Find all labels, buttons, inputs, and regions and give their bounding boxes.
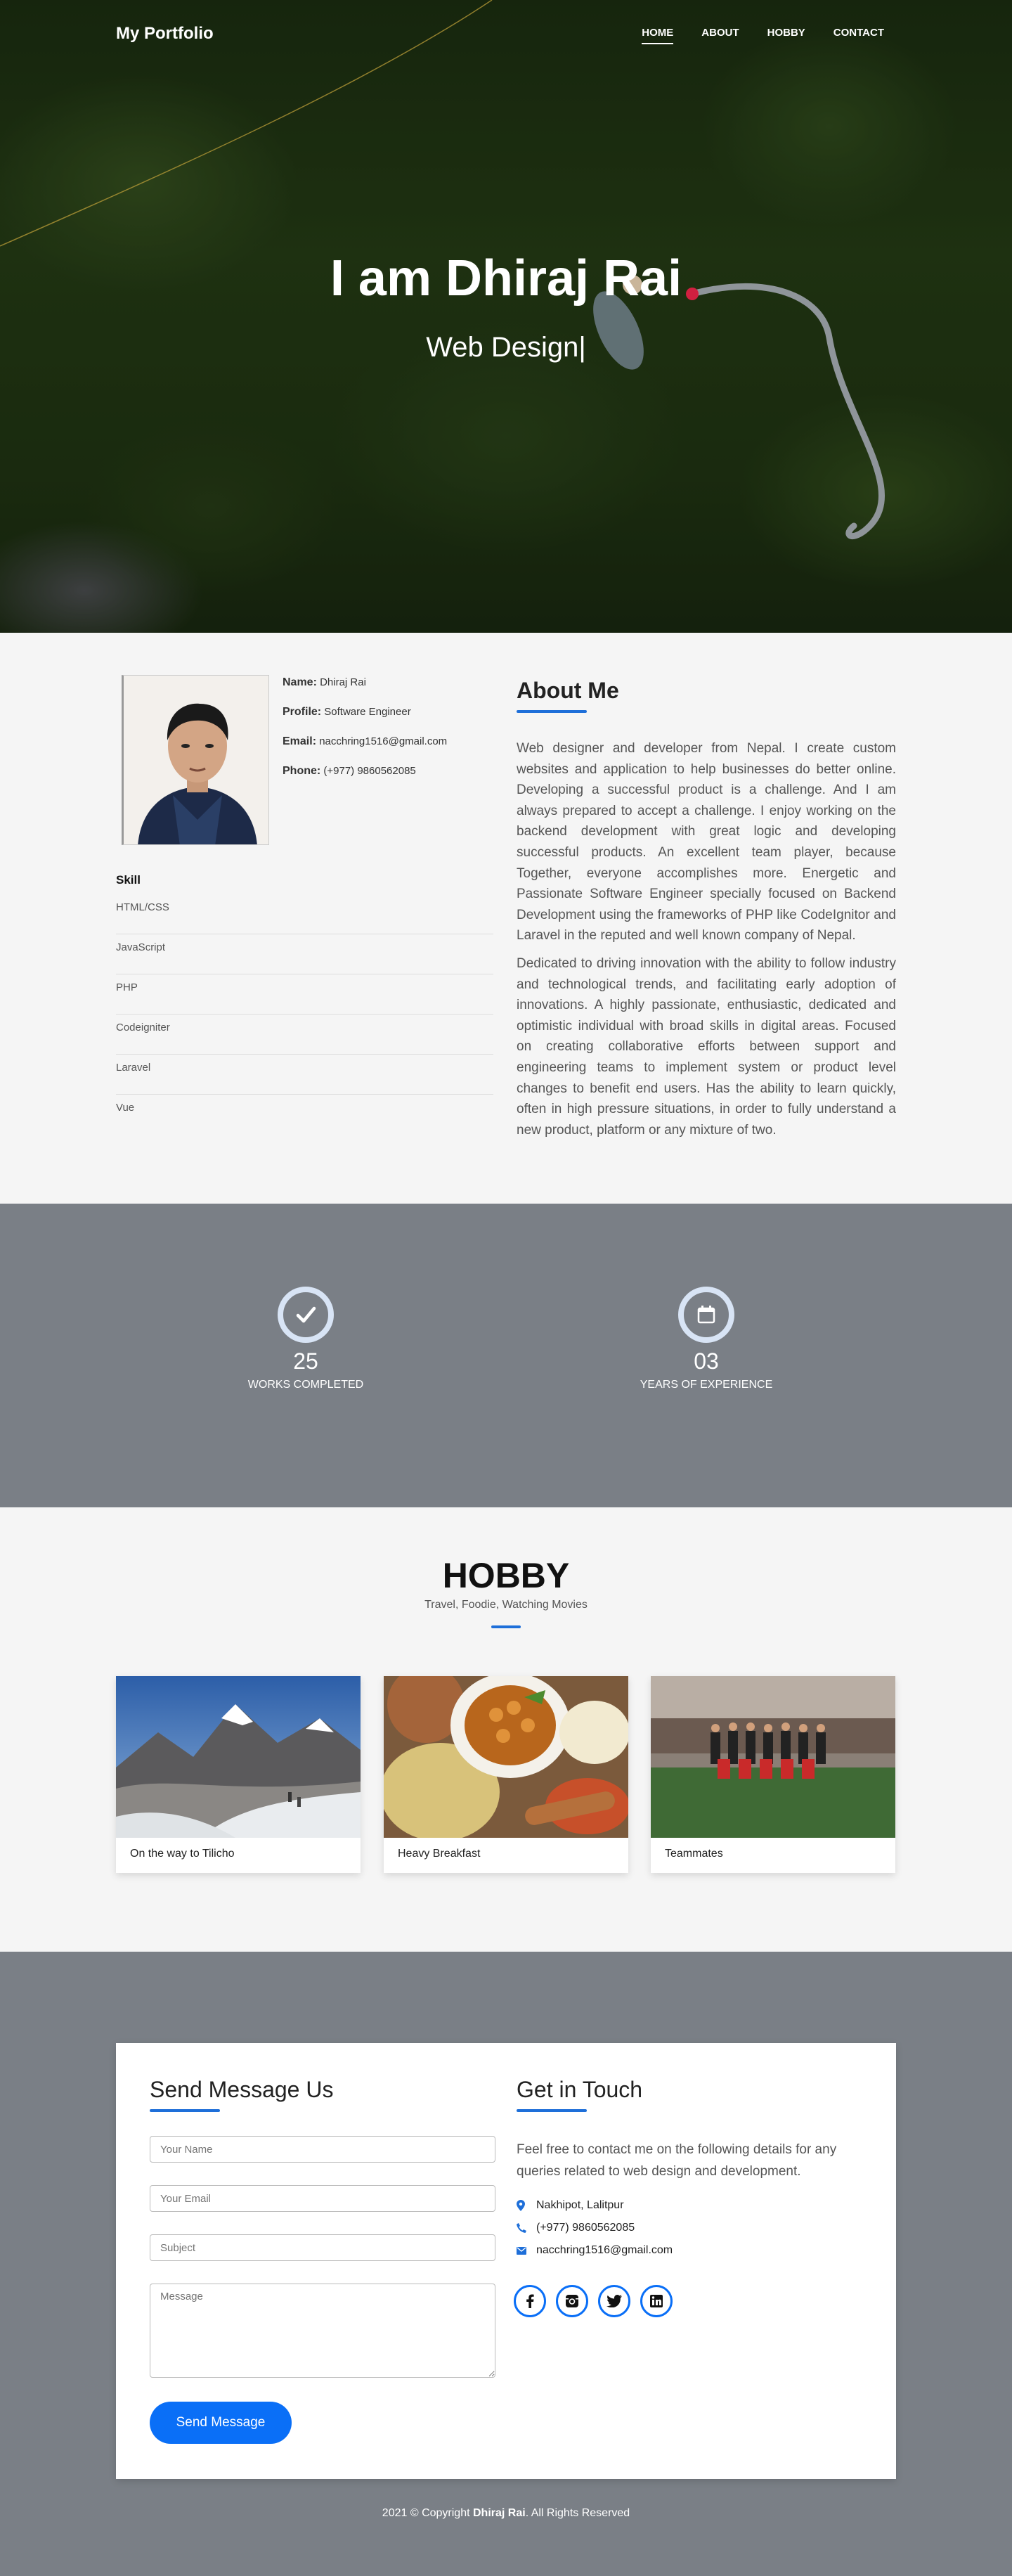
profile-info: Name: Dhiraj Rai Profile: Software Engin… — [283, 676, 493, 794]
info-value: (+977) 9860562085 — [323, 765, 416, 777]
hobby-card-tilicho[interactable]: On the way to Tilicho — [116, 1676, 361, 1873]
about-underline — [517, 710, 587, 713]
stat-label: WORKS COMPLETED — [247, 1379, 364, 1391]
form-heading-underline — [150, 2109, 220, 2112]
stat-experience: 03 YEARS OF EXPERIENCE — [601, 1287, 812, 1391]
hobby-image-team — [651, 1676, 895, 1838]
hobby-card-breakfast[interactable]: Heavy Breakfast — [384, 1676, 628, 1873]
hero-section: My Portfolio HOME ABOUT HOBBY CONTACT I … — [0, 0, 1012, 633]
skill-item: PHP — [116, 974, 493, 1015]
about-text: Web designer and developer from Nepal. I… — [517, 738, 896, 1147]
info-value: Software Engineer — [324, 706, 411, 718]
get-in-touch-heading: Get in Touch — [517, 2077, 643, 2102]
send-message-button[interactable]: Send Message — [150, 2402, 292, 2444]
message-textarea[interactable] — [150, 2284, 495, 2378]
phone-text: (+977) 9860562085 — [536, 2222, 635, 2234]
twitter-icon[interactable] — [598, 2285, 630, 2317]
hobby-section: HOBBY Travel, Foodie, Watching Movies On… — [0, 1507, 1012, 1952]
linkedin-icon[interactable] — [640, 2285, 673, 2317]
hobby-image-mountains — [116, 1676, 361, 1838]
hobby-subtitle: Travel, Foodie, Watching Movies — [424, 1599, 588, 1611]
name-input[interactable] — [150, 2136, 495, 2163]
info-label: Phone: — [283, 765, 321, 777]
contact-address: Nakhipot, Lalitpur — [517, 2199, 624, 2212]
hobby-caption: On the way to Tilicho — [130, 1848, 235, 1860]
brand-logo[interactable]: My Portfolio — [116, 24, 214, 44]
stat-works: 25 WORKS COMPLETED — [200, 1287, 411, 1391]
subject-input[interactable] — [150, 2234, 495, 2261]
info-row-name: Name: Dhiraj Rai — [283, 676, 493, 689]
touch-heading-underline — [517, 2109, 587, 2112]
about-paragraph: Web designer and developer from Nepal. I… — [517, 741, 896, 944]
check-icon — [278, 1287, 334, 1343]
stat-number: 25 — [293, 1348, 318, 1374]
nav-link-hobby[interactable]: HOBBY — [767, 27, 805, 44]
info-label: Profile: — [283, 706, 322, 718]
hero-subtitle: Web Design| — [426, 332, 586, 363]
info-row-profile: Profile: Software Engineer — [283, 706, 493, 719]
info-label: Name: — [283, 676, 317, 688]
get-in-touch-text: Feel free to contact me on the following… — [517, 2142, 837, 2179]
form-heading: Send Message Us — [150, 2077, 334, 2102]
skill-item: Codeigniter — [116, 1015, 493, 1055]
info-row-email: Email: nacchring1516@gmail.com — [283, 735, 493, 748]
hobby-heading: HOBBY — [442, 1556, 570, 1595]
contact-email: nacchring1516@gmail.com — [517, 2244, 673, 2257]
stat-label: YEARS OF EXPERIENCE — [640, 1379, 773, 1391]
contact-phone: (+977) 9860562085 — [517, 2222, 635, 2234]
social-links — [514, 2285, 673, 2317]
nav-link-contact[interactable]: CONTACT — [833, 27, 884, 44]
email-input[interactable] — [150, 2185, 495, 2212]
contact-panel: Send Message Us Send Message Get in Touc… — [116, 2043, 896, 2479]
profile-photo — [122, 675, 269, 845]
skill-list: HTML/CSS JavaScript PHP Codeigniter Lara… — [116, 894, 493, 1135]
copyright-suffix: . All Rights Reserved — [525, 2507, 630, 2519]
hobby-caption: Teammates — [665, 1848, 723, 1860]
about-paragraph: Dedicated to driving innovation with the… — [517, 955, 896, 1138]
hero-background-art — [0, 0, 885, 540]
email-text: nacchring1516@gmail.com — [536, 2244, 673, 2256]
copyright-prefix: 2021 © Copyright — [382, 2507, 470, 2519]
skill-item: Vue — [116, 1102, 135, 1114]
info-value: Dhiraj Rai — [320, 676, 366, 688]
skill-item: Laravel — [116, 1055, 493, 1095]
main-nav: HOME ABOUT HOBBY CONTACT — [614, 27, 884, 44]
skill-item: HTML/CSS — [116, 894, 493, 934]
hero-title: I am Dhiraj Rai — [330, 250, 682, 307]
calendar-icon — [678, 1287, 734, 1343]
skill-item: JavaScript — [116, 934, 493, 974]
hobby-caption: Heavy Breakfast — [398, 1848, 481, 1860]
facebook-icon[interactable] — [514, 2285, 546, 2317]
hobby-image-breakfast — [384, 1676, 628, 1838]
contact-section: Send Message Us Send Message Get in Touc… — [0, 1952, 1012, 2576]
footer: 2021 © Copyright Dhiraj Rai. All Rights … — [0, 2507, 1012, 2520]
about-section: Name: Dhiraj Rai Profile: Software Engin… — [0, 633, 1012, 1204]
hobby-underline — [491, 1625, 521, 1628]
info-row-phone: Phone: (+977) 9860562085 — [283, 765, 493, 778]
map-pin-icon — [517, 2200, 536, 2211]
copyright-name: Dhiraj Rai — [473, 2507, 526, 2519]
address-text: Nakhipot, Lalitpur — [536, 2199, 624, 2211]
info-value: nacchring1516@gmail.com — [319, 735, 448, 747]
envelope-icon — [517, 2246, 536, 2255]
stats-section: 25 WORKS COMPLETED 03 YEARS OF EXPERIENC… — [0, 1204, 1012, 1507]
skill-heading: Skill — [116, 873, 141, 887]
about-heading: About Me — [517, 678, 619, 703]
stat-number: 03 — [694, 1348, 719, 1374]
nav-link-about[interactable]: ABOUT — [701, 27, 739, 44]
instagram-icon[interactable] — [556, 2285, 588, 2317]
nav-link-home[interactable]: HOME — [642, 27, 674, 44]
hobby-card-teammates[interactable]: Teammates — [651, 1676, 895, 1873]
info-label: Email: — [283, 735, 317, 747]
phone-icon — [517, 2223, 536, 2233]
